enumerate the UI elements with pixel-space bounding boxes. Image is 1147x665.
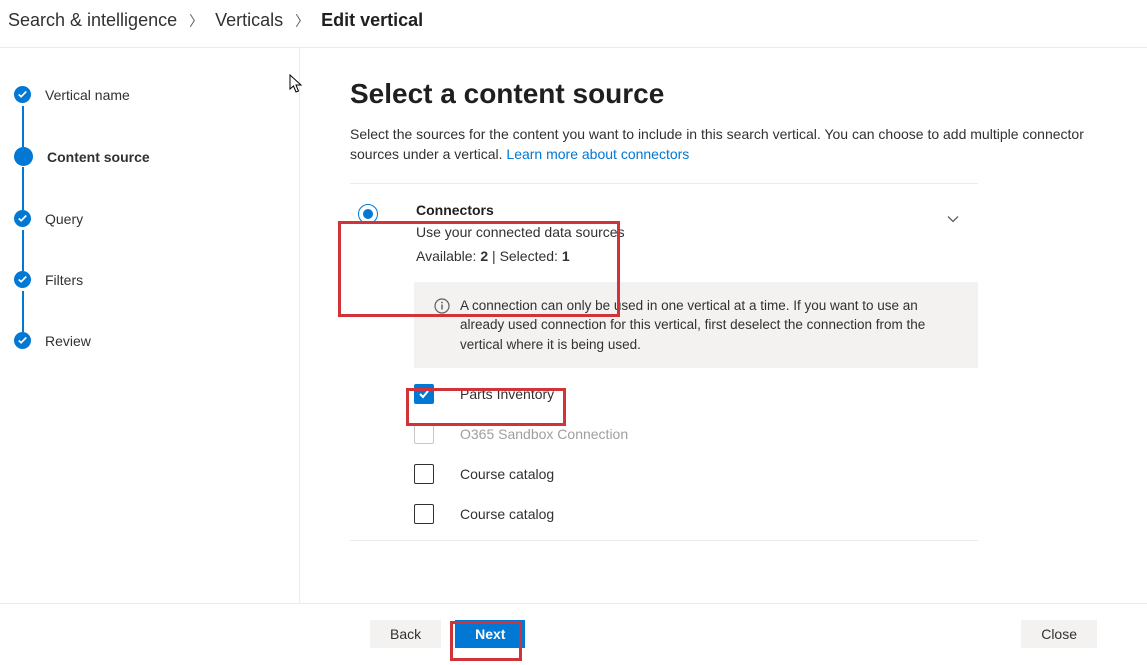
- connection-course-catalog[interactable]: Course catalog: [414, 454, 978, 494]
- step-query[interactable]: Query: [10, 210, 275, 227]
- checkbox-unchecked-icon: [414, 424, 434, 444]
- breadcrumb-current: Edit vertical: [321, 10, 423, 31]
- info-banner: A connection can only be used in one ver…: [414, 282, 978, 369]
- footer: Back Next Close: [0, 603, 1147, 663]
- checkbox-unchecked-icon[interactable]: [414, 464, 434, 484]
- step-label: Vertical name: [45, 87, 130, 103]
- chevron-down-icon[interactable]: [946, 212, 960, 231]
- connections-list: Parts Inventory O365 Sandbox Connection …: [350, 368, 978, 540]
- connection-parts-inventory[interactable]: Parts Inventory: [414, 374, 978, 414]
- option-subtitle: Use your connected data sources: [416, 224, 625, 240]
- learn-more-link[interactable]: Learn more about connectors: [506, 146, 689, 162]
- checkbox-checked-icon[interactable]: [414, 384, 434, 404]
- chevron-right-icon: 〉: [295, 11, 309, 31]
- option-title: Connectors: [416, 202, 625, 218]
- content-source-card: Connectors Use your connected data sourc…: [350, 183, 978, 542]
- connection-o365-sandbox: O365 Sandbox Connection: [414, 414, 978, 454]
- check-icon: [14, 210, 31, 227]
- step-vertical-name[interactable]: Vertical name: [10, 86, 275, 103]
- current-step-icon: [14, 147, 33, 166]
- step-label: Review: [45, 333, 91, 349]
- info-icon: [434, 298, 450, 355]
- cursor-icon: [289, 74, 305, 94]
- check-icon: [14, 332, 31, 349]
- connection-label: O365 Sandbox Connection: [460, 426, 628, 442]
- back-button[interactable]: Back: [370, 620, 441, 648]
- connection-course-catalog-2[interactable]: Course catalog: [414, 494, 978, 534]
- page-subtitle: Select the sources for the content you w…: [350, 124, 1097, 165]
- close-button[interactable]: Close: [1021, 620, 1097, 648]
- breadcrumb-mid[interactable]: Verticals: [215, 10, 283, 31]
- check-icon: [14, 86, 31, 103]
- step-content-source[interactable]: Content source: [10, 147, 275, 166]
- connection-label: Course catalog: [460, 466, 554, 482]
- step-label: Filters: [45, 272, 83, 288]
- breadcrumb: Search & intelligence 〉 Verticals 〉 Edit…: [0, 0, 1147, 48]
- option-stats: Available: 2 | Selected: 1: [416, 248, 625, 264]
- check-icon: [14, 271, 31, 288]
- connection-label: Course catalog: [460, 506, 554, 522]
- breadcrumb-root[interactable]: Search & intelligence: [8, 10, 177, 31]
- connectors-option[interactable]: Connectors Use your connected data sourc…: [350, 184, 978, 282]
- page-title: Select a content source: [350, 78, 1097, 110]
- step-label: Query: [45, 211, 83, 227]
- checkbox-unchecked-icon[interactable]: [414, 504, 434, 524]
- step-label: Content source: [47, 149, 150, 165]
- chevron-right-icon: 〉: [189, 11, 203, 31]
- step-filters[interactable]: Filters: [10, 271, 275, 288]
- wizard-steps: Vertical name Content source Query Filte: [0, 48, 300, 603]
- step-review[interactable]: Review: [10, 332, 275, 349]
- connection-label: Parts Inventory: [460, 386, 554, 402]
- radio-selected-icon[interactable]: [358, 204, 378, 224]
- next-button[interactable]: Next: [455, 620, 525, 648]
- info-text: A connection can only be used in one ver…: [460, 296, 958, 355]
